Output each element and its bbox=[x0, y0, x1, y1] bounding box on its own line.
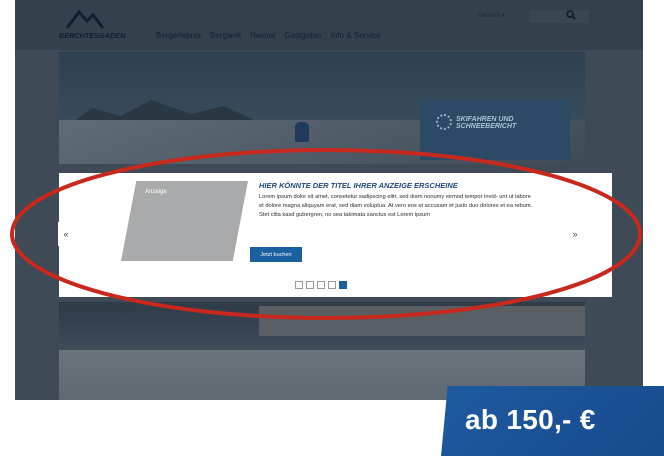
price-label: ab 150,- € bbox=[465, 404, 596, 435]
price-badge: ab 150,- € bbox=[441, 386, 664, 456]
